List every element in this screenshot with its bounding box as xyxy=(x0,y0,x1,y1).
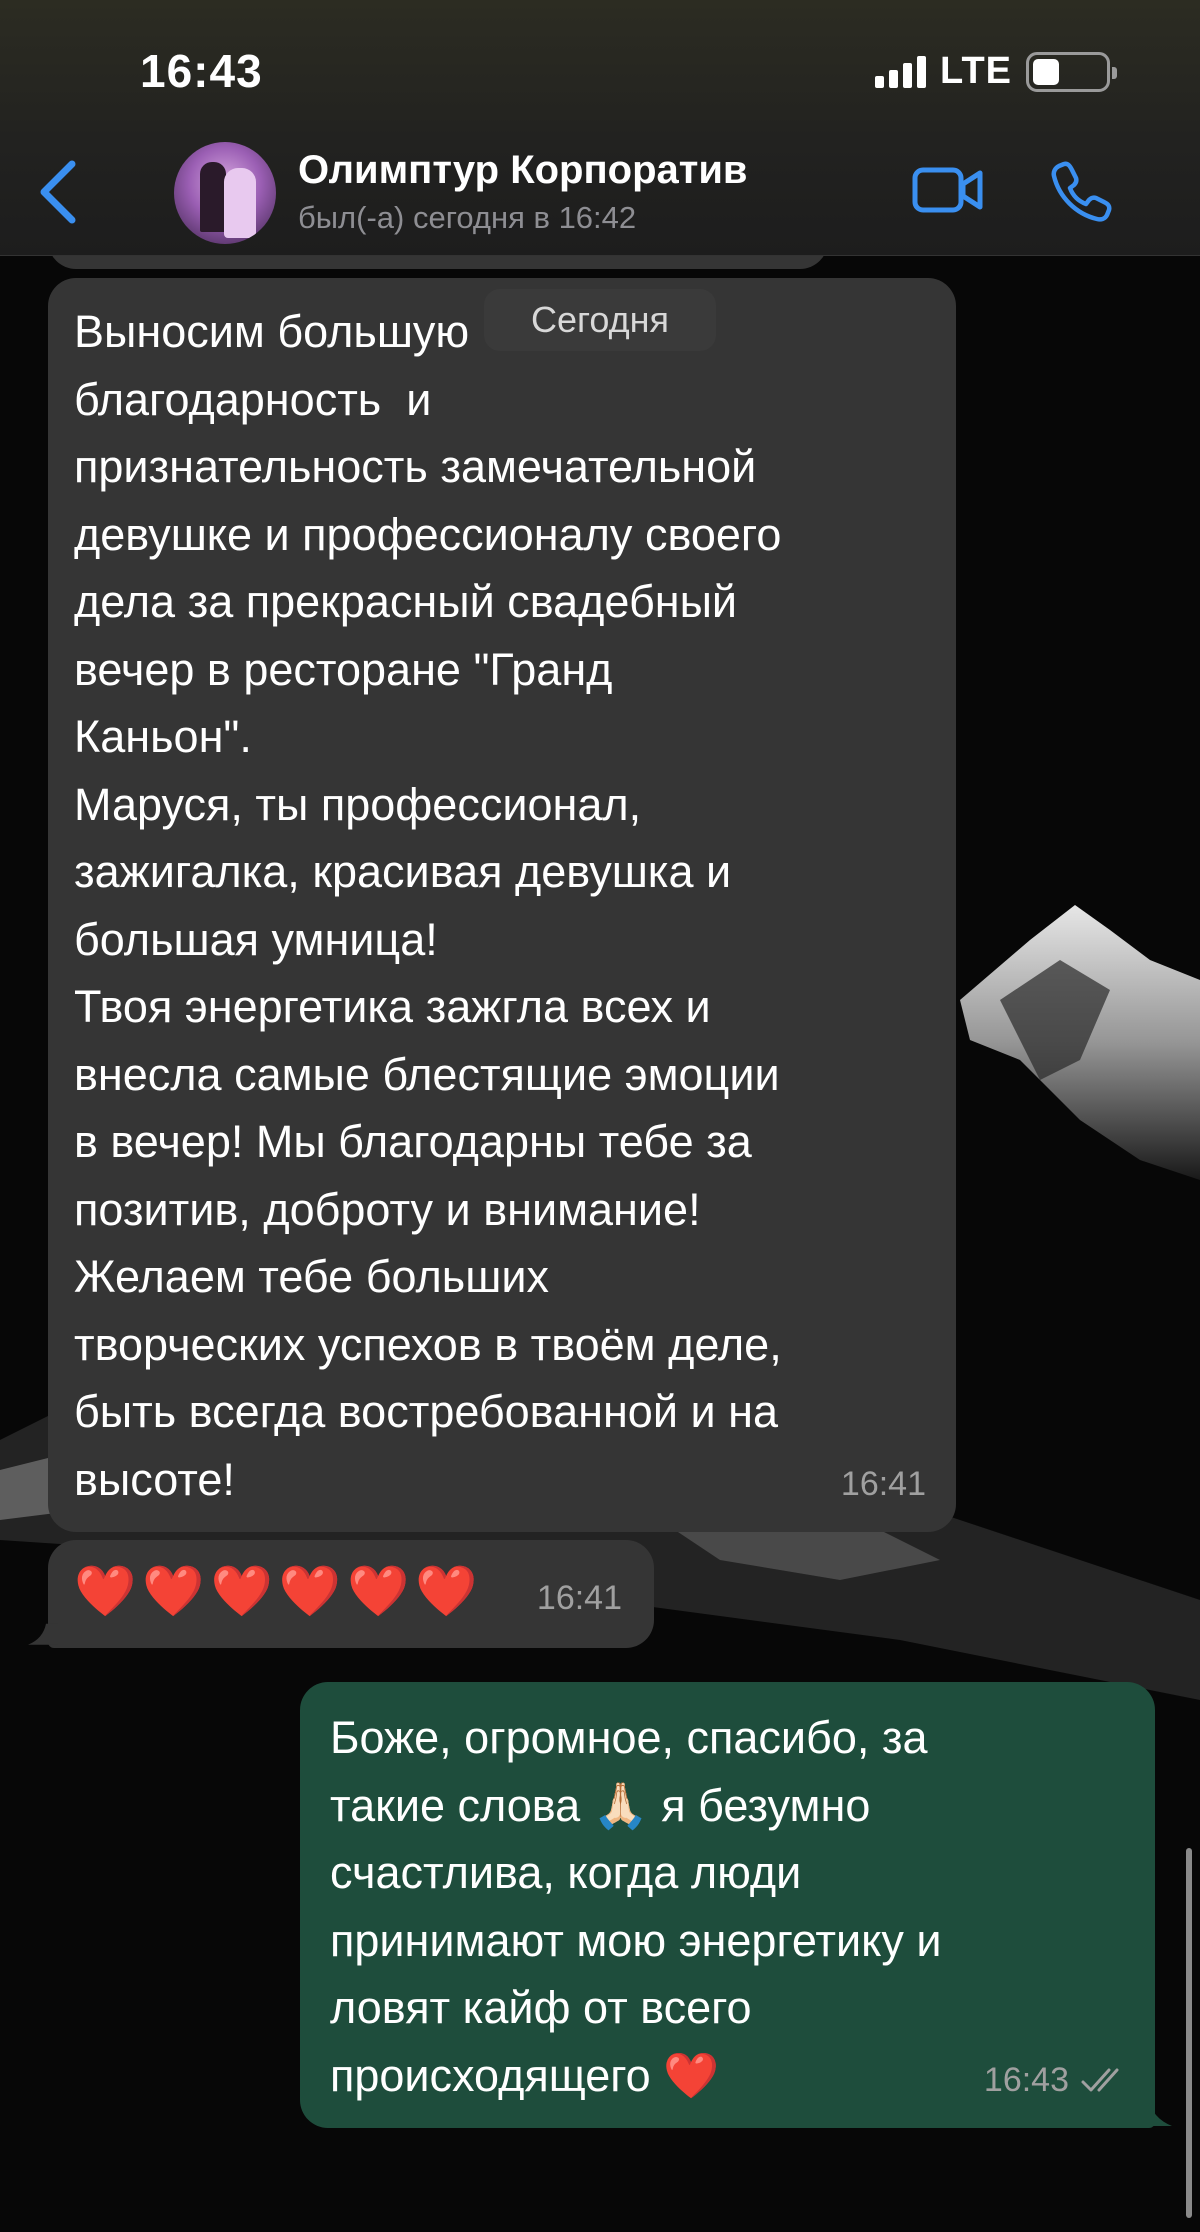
read-receipt-icon xyxy=(1081,2068,1119,2092)
back-chevron-icon[interactable] xyxy=(30,156,90,228)
message-time: 16:43 xyxy=(984,2047,1129,2115)
video-call-icon[interactable] xyxy=(912,164,984,216)
message-time-label: 16:43 xyxy=(983,2060,1069,2099)
battery-icon xyxy=(1026,51,1117,92)
contact-last-seen: был(-а) сегодня в 16:42 xyxy=(298,200,637,235)
network-type: LTE xyxy=(940,50,1012,92)
incoming-message-bubble[interactable]: ❤️❤️❤️❤️❤️❤️ 16:41 xyxy=(48,1540,654,1648)
avatar[interactable] xyxy=(174,142,276,244)
message-time: 16:41 xyxy=(536,1578,622,1617)
status-time: 16:43 xyxy=(140,45,263,97)
scrollbar[interactable] xyxy=(1186,1848,1192,2218)
contact-name[interactable]: Олимптур Корпоратив xyxy=(298,148,748,193)
incoming-message-bubble[interactable]: Выносим большую благодарность и признате… xyxy=(48,278,956,1532)
bubble-tail xyxy=(28,1623,58,1645)
phone-call-icon[interactable] xyxy=(1050,160,1112,222)
message-time: 16:41 xyxy=(840,1464,926,1503)
date-separator: Сегодня xyxy=(484,289,716,351)
status-indicators: LTE xyxy=(875,50,1117,93)
outgoing-message-bubble[interactable]: Боже, огромное, спасибо, за такие слова … xyxy=(300,1682,1155,2128)
signal-icon xyxy=(875,55,927,88)
bubble-tail xyxy=(1132,2098,1172,2126)
message-text: Выносим большую благодарность и признате… xyxy=(74,306,782,1505)
chat-header: 16:43 LTE Олимптур Корпоратив был(-а) се… xyxy=(0,0,1200,256)
